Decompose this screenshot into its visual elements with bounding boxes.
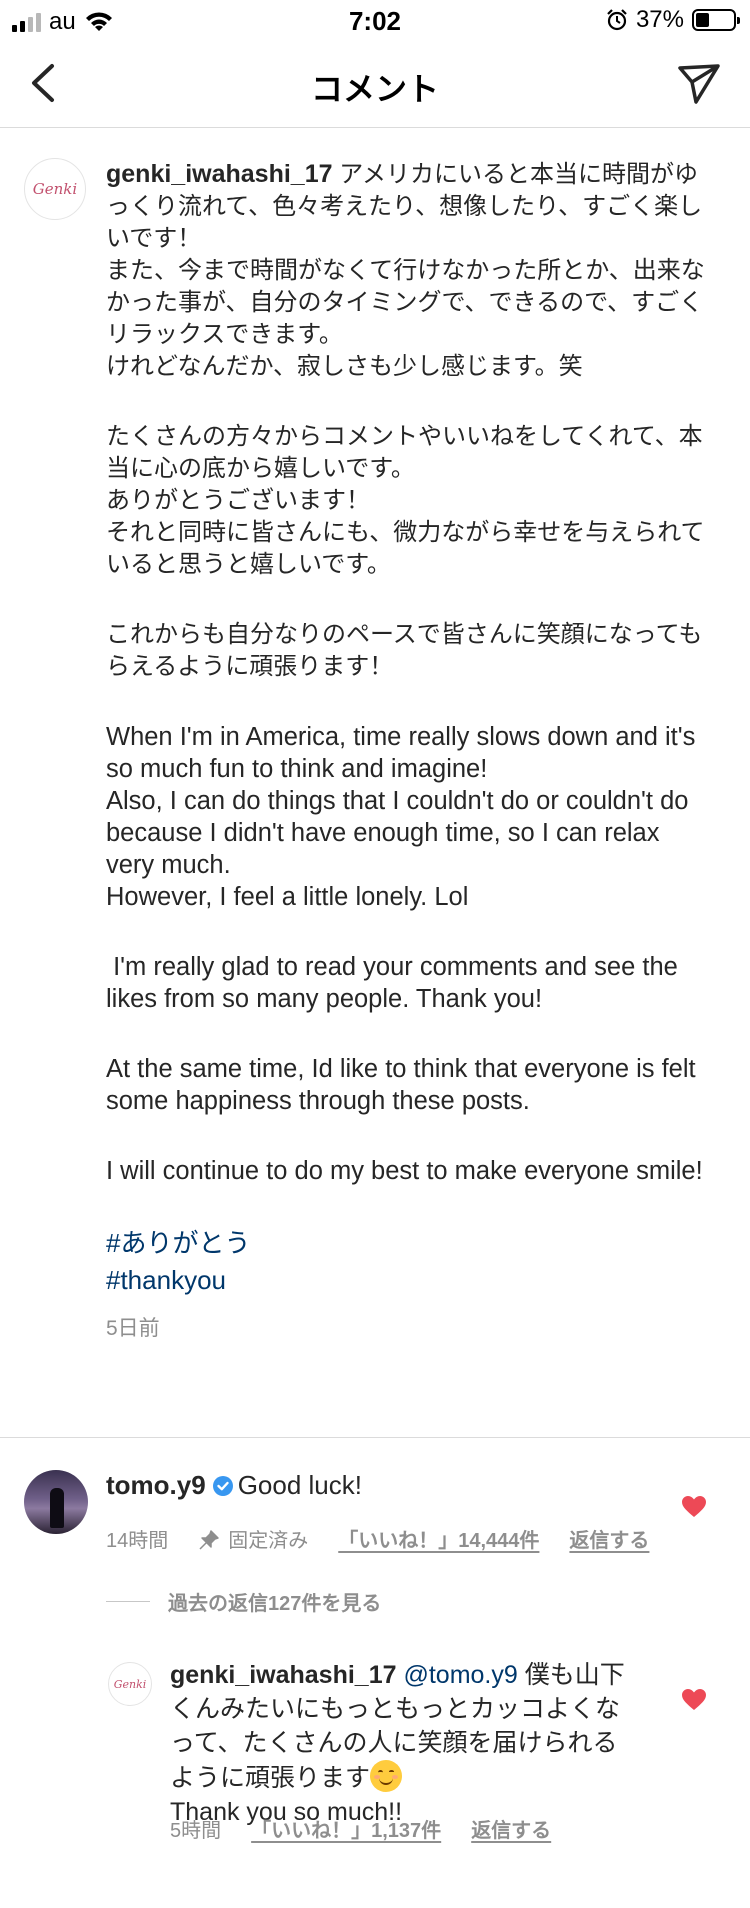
caption-jp-line: それと同時に皆さんにも、微力ながら幸せを与えられていると思うと嬉しいです。 [106,519,705,578]
avatar[interactable] [24,1470,88,1534]
comment-meta: 14時間 固定済み 「いいね！」14,444件 返信する [106,1524,649,1553]
pinned-indicator: 固定済み [198,1524,308,1553]
avatar-logo-text: Genki [113,1677,147,1691]
smiling-face-emoji-icon [370,1760,403,1792]
page-title: コメント [310,71,439,107]
hashtag-link[interactable]: #thankyou [106,1262,712,1299]
caption-text: genki_iwahashi_17 アメリカにいると本当に時間がゆっくり流れて、… [106,158,712,1345]
reply-username[interactable]: genki_iwahashi_17 [170,1661,397,1689]
likes-count-link[interactable]: 「いいね！」14,444件 [338,1524,539,1553]
alarm-icon [607,9,627,31]
heart-filled-icon[interactable] [681,1495,707,1519]
nav-header: コメント [0,40,750,128]
mention-link[interactable]: @tomo.y9 [403,1661,517,1689]
caption-en-line: However, I feel a little lonely. Lol [106,883,469,911]
caption-en-line: Also, I can do things that I couldn't do… [106,787,689,879]
battery-icon [692,9,740,31]
avatar[interactable]: Genki [24,158,86,220]
reply-text: genki_iwahashi_17 @tomo.y9 僕も山下くんみたいにもっと… [170,1658,630,1829]
status-bar: au 7:02 37% [0,0,750,40]
reply-timestamp: 5時間 [170,1820,222,1842]
comment-username[interactable]: tomo.y9 [106,1470,206,1500]
caption-en-line: At the same time, Id like to think that … [106,1055,696,1115]
caption-jp-line: たくさんの方々からコメントやいいねをしてくれて、本当に心の底から嬉しいです。 [106,423,703,482]
view-replies-label: 過去の返信127件を見る [168,1593,382,1615]
likes-count-link[interactable]: 「いいね！」1,137件 [251,1814,441,1843]
paper-plane-icon[interactable] [674,60,722,108]
caption-jp-line: ありがとうございます！ [106,487,370,514]
comment-body: Good luck! [237,1470,362,1500]
heart-filled-icon[interactable] [681,1688,707,1712]
status-right: 37% [606,6,740,34]
caption-line: genki_iwahashi_17 アメリカにいると本当に時間がゆっくり流れて、… [106,158,712,255]
reply-meta: 5時間 「いいね！」1,137件 返信する [170,1814,551,1843]
avatar[interactable]: Genki [108,1662,152,1706]
hashtag-link[interactable]: #ありがとう [106,1225,712,1262]
post-caption: Genki genki_iwahashi_17 アメリカにいると本当に時間がゆっ… [0,128,750,1438]
comment-text: tomo.y9 Good luck! [106,1468,666,1502]
divider-line [106,1601,150,1602]
comment-timestamp: 14時間 [106,1530,169,1552]
caption-jp-line: また、今まで時間がなくて行けなかった所とか、出来なかった事が、自分のタイミングで… [106,257,705,348]
caption-jp-line: けれどなんだか、寂しさも少し感じます。笑 [106,353,583,380]
reply-button[interactable]: 返信する [471,1814,551,1843]
caption-en-line: I'm really glad to read your comments an… [106,953,685,1013]
pinned-label: 固定済み [228,1530,309,1552]
caption-username[interactable]: genki_iwahashi_17 [106,160,333,188]
caption-timestamp: 5日前 [106,1317,160,1340]
view-replies-button[interactable]: 過去の返信127件を見る [106,1587,381,1616]
pin-icon [199,1530,219,1550]
caption-en-line: I will continue to do my best to make ev… [106,1157,703,1185]
battery-percent: 37% [635,6,684,33]
caption-en-line: When I'm in America, time really slows d… [106,723,696,783]
reply-item: Genki genki_iwahashi_17 @tomo.y9 僕も山下くんみ… [0,1650,750,1908]
verified-badge-icon [212,1476,233,1496]
caption-jp-line: これからも自分なりのペースで皆さんに笑顔になってもらえるように頑張ります！ [106,621,703,680]
avatar-logo-text: Genki [32,180,78,198]
reply-button[interactable]: 返信する [569,1524,649,1553]
